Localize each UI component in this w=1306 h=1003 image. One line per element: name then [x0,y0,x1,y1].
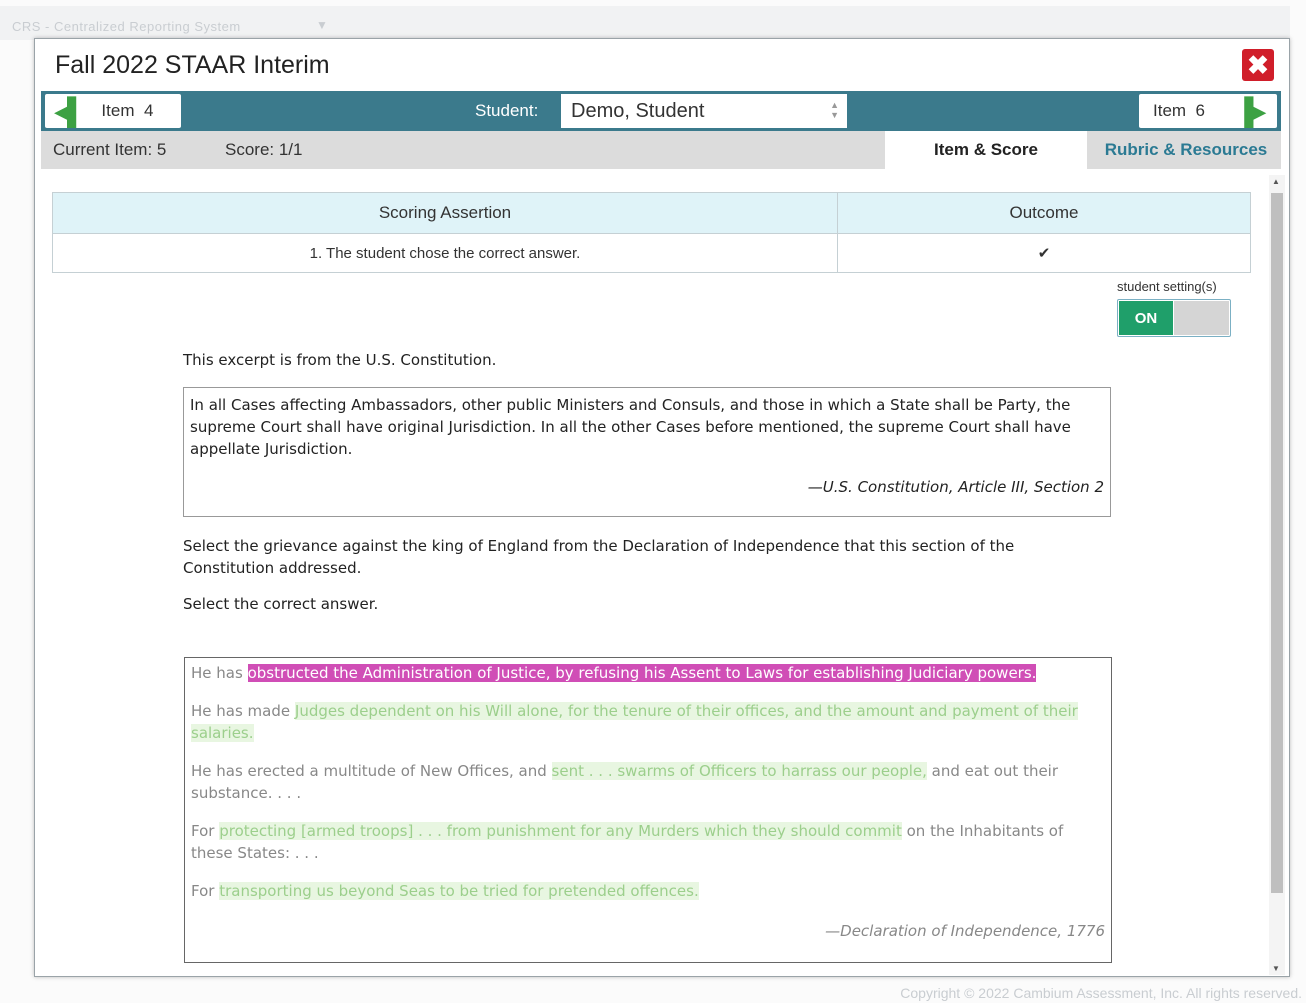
student-settings-toggle[interactable]: ON [1117,299,1231,337]
answer-option-4[interactable]: For protecting [armed troops] . . . from… [191,820,1103,864]
option-prefix: For [191,822,220,840]
background-app-title: CRS - Centralized Reporting System [12,19,241,34]
answer-instruction: Select the correct answer. [183,595,379,613]
double-chevron-right-icon: ▐▶ [1234,96,1266,126]
option-highlight[interactable]: protecting [armed troops] . . . from pun… [219,822,902,840]
tab-item-score[interactable]: Item & Score [885,131,1087,169]
excerpt-citation: —U.S. Constitution, Article III, Section… [807,478,1104,496]
double-chevron-left-icon: ◀▌ [55,96,86,126]
scroll-down-icon[interactable]: ▼ [1272,964,1280,973]
student-settings-label: student setting(s) [1117,279,1217,294]
answer-option-2[interactable]: He has made Judges dependent on his Will… [191,700,1103,744]
option-highlight[interactable]: sent . . . swarms of Officers to harrass… [551,762,927,780]
passage-intro: This excerpt is from the U.S. Constituti… [183,351,497,369]
option-prefix: He has [191,664,248,682]
toggle-on-state: ON [1119,301,1173,335]
option-prefix: He has made [191,702,295,720]
option-highlight-selected[interactable]: obstructed the Administration of Justice… [247,664,1037,682]
outcome-check-icon: ✔ [837,233,1251,273]
table-row: 1. The student chose the correct answer.… [52,233,1251,273]
option-highlight[interactable]: Judges dependent on his Will alone, for … [191,702,1078,742]
previous-item-label: Item 4 [101,101,154,120]
tab-rubric-resources[interactable]: Rubric & Resources [1091,131,1281,169]
item-nav-bar: ◀▌ Item 4 Student: Demo, Student ▲ ▼ Item… [41,91,1281,131]
column-header-scoring-assertion: Scoring Assertion [52,192,838,234]
table-header-row: Scoring Assertion Outcome [52,192,1251,234]
toggle-off-state [1174,301,1229,335]
answer-option-3[interactable]: He has erected a multitude of New Office… [191,760,1103,804]
tab-bar: Current Item: 5 Score: 1/1 Item & Score … [41,131,1281,169]
close-button[interactable]: ✖ [1242,49,1274,81]
score-text: Score: 1/1 [225,140,303,159]
modal-title: Fall 2022 STAAR Interim [55,51,330,79]
next-item-button[interactable]: Item 6 ▐▶ [1139,94,1277,128]
scroll-up-icon[interactable]: ▲ [1272,177,1280,186]
excerpt-text: In all Cases affecting Ambassadors, othe… [190,396,1071,458]
close-icon: ✖ [1247,49,1269,80]
constitution-excerpt: In all Cases affecting Ambassadors, othe… [183,387,1111,517]
copyright-text: Copyright © 2022 Cambium Assessment, Inc… [900,985,1302,1001]
scoring-assertion-cell: 1. The student chose the correct answer. [52,233,838,273]
answer-option-5[interactable]: For transporting us beyond Seas to be tr… [191,880,1103,902]
question-stem: Select the grievance against the king of… [183,537,1015,577]
item-viewer-modal: Fall 2022 STAAR Interim ✖ ◀▌ Item 4 Stud… [34,38,1290,977]
current-item-text: Current Item: 5 [53,140,167,159]
student-select[interactable]: Demo, Student ▲ ▼ [561,94,847,128]
option-prefix: For [191,882,220,900]
scoring-table: Scoring Assertion Outcome 1. The student… [52,192,1251,273]
option-prefix: He has erected a multitude of New Office… [191,762,552,780]
student-label: Student: [475,101,539,120]
student-select-value: Demo, Student [571,99,705,122]
column-header-outcome: Outcome [837,192,1251,234]
chevron-down-icon: ▼ [316,18,328,32]
answer-option-1[interactable]: He has obstructed the Administration of … [191,662,1103,684]
scroll-thumb[interactable] [1271,193,1283,893]
answer-choices: He has obstructed the Administration of … [184,657,1112,963]
options-citation: —Declaration of Independence, 1776 [825,922,1105,940]
background-topbar: CRS - Centralized Reporting System ▼ [0,6,1290,40]
option-highlight[interactable]: transporting us beyond Seas to be tried … [219,882,699,900]
content-scrollbar[interactable]: ▲ ▼ [1269,175,1285,975]
next-item-label: Item 6 [1153,101,1205,120]
select-arrows-icon: ▲ ▼ [830,100,839,120]
previous-item-button[interactable]: ◀▌ Item 4 [45,94,181,128]
